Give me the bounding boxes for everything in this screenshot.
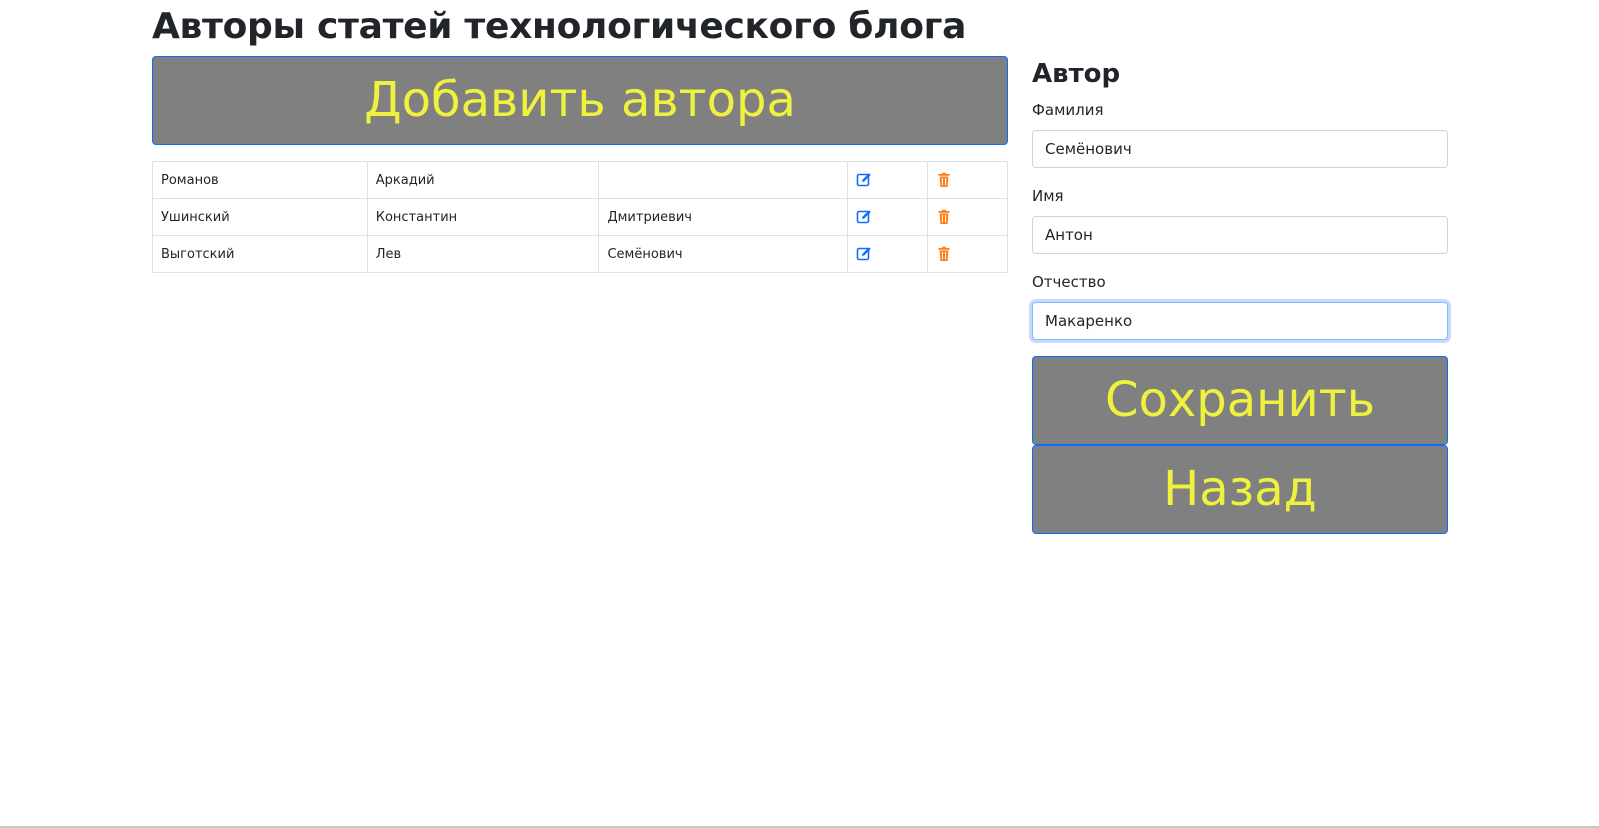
edit-cell — [847, 198, 929, 236]
middle-name-label: Отчество — [1032, 273, 1106, 291]
table-row: Ушинский Константин Дмитриевич — [152, 198, 1008, 236]
page-title: Авторы статей технологического блога — [152, 6, 967, 47]
trash-icon[interactable] — [936, 172, 952, 188]
edit-icon[interactable] — [856, 246, 872, 262]
first-name-cell: Константин — [366, 198, 600, 236]
first-name-cell: Лев — [366, 235, 600, 273]
delete-cell — [927, 235, 1008, 273]
first-name-cell: Аркадий — [366, 161, 600, 199]
authors-table: Романов Аркадий Ушинский Константин Дмит… — [152, 161, 1008, 273]
last-name-cell: Выготский — [152, 235, 368, 273]
add-author-button[interactable]: Добавить автора — [152, 56, 1008, 145]
middle-name-cell: Семёнович — [598, 235, 849, 273]
edit-icon[interactable] — [856, 172, 872, 188]
last-name-field[interactable] — [1032, 130, 1448, 168]
last-name-cell: Романов — [152, 161, 368, 199]
middle-name-cell — [598, 161, 849, 199]
trash-icon[interactable] — [936, 209, 952, 225]
edit-cell — [847, 235, 929, 273]
middle-name-field[interactable] — [1032, 302, 1448, 340]
table-row: Выготский Лев Семёнович — [152, 235, 1008, 273]
last-name-cell: Ушинский — [152, 198, 368, 236]
middle-name-cell: Дмитриевич — [598, 198, 849, 236]
edit-cell — [847, 161, 929, 199]
back-button[interactable]: Назад — [1032, 445, 1448, 534]
save-button[interactable]: Сохранить — [1032, 356, 1448, 445]
table-row: Романов Аркадий — [152, 161, 1008, 199]
first-name-label: Имя — [1032, 187, 1064, 205]
form-title: Автор — [1032, 59, 1121, 89]
page: Авторы статей технологического блога Доб… — [0, 0, 1599, 828]
trash-icon[interactable] — [936, 246, 952, 262]
edit-icon[interactable] — [856, 209, 872, 225]
delete-cell — [927, 198, 1008, 236]
delete-cell — [927, 161, 1008, 199]
first-name-field[interactable] — [1032, 216, 1448, 254]
last-name-label: Фамилия — [1032, 101, 1104, 119]
